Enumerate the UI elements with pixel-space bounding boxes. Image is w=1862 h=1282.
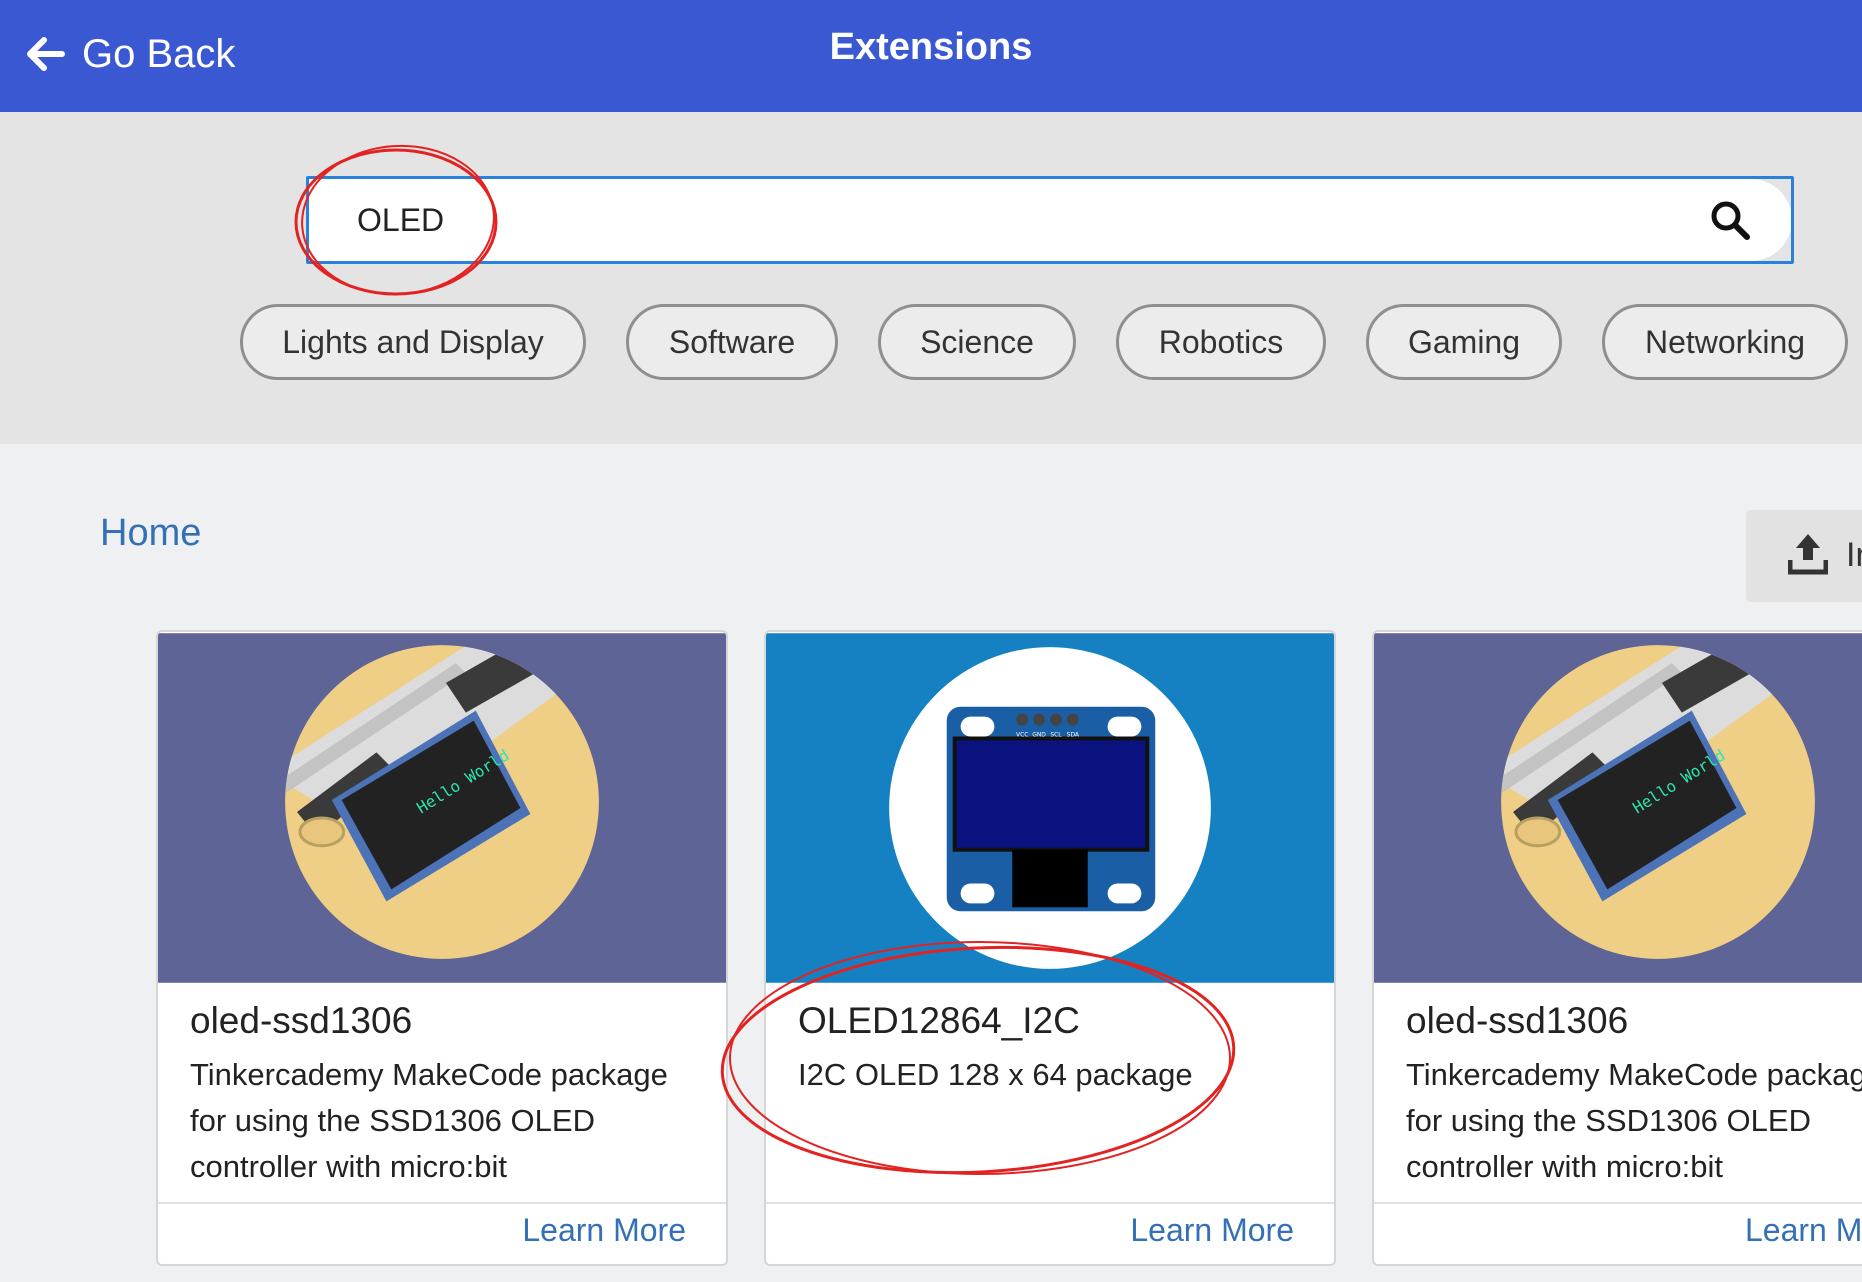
chip-software[interactable]: Software bbox=[626, 304, 838, 380]
import-label: Ir bbox=[1846, 536, 1862, 574]
learn-more-link[interactable]: Learn Mo bbox=[1745, 1212, 1862, 1249]
breadcrumb-home[interactable]: Home bbox=[100, 512, 201, 555]
card-footer: Learn More bbox=[766, 1202, 1334, 1264]
search-input-value: OLED bbox=[357, 202, 445, 238]
learn-more-link[interactable]: Learn More bbox=[1130, 1212, 1294, 1249]
top-bar: Go Back Extensions bbox=[0, 0, 1862, 112]
extension-card-oled12864-i2c[interactable]: VCC GND SCL SDA OLED12864_I2C I2C OLED 1… bbox=[764, 630, 1336, 1266]
card-footer: Learn Mo bbox=[1374, 1202, 1862, 1264]
chip-gaming[interactable]: Gaming bbox=[1366, 304, 1562, 380]
upload-icon bbox=[1788, 534, 1828, 575]
extension-card-oled-ssd1306[interactable]: Hello World oled-ssd1306 Tinkercademy Ma… bbox=[156, 630, 728, 1266]
card-description: Tinkercademy MakeCode package for using … bbox=[190, 1057, 668, 1184]
chip-robotics[interactable]: Robotics bbox=[1116, 304, 1326, 380]
card-thumbnail: VCC GND SCL SDA bbox=[766, 633, 1334, 983]
chip-networking[interactable]: Networking bbox=[1602, 304, 1848, 380]
card-description: I2C OLED 128 x 64 package bbox=[798, 1057, 1193, 1092]
card-title: oled-ssd1306 bbox=[1406, 1000, 1629, 1041]
card-footer: Learn More bbox=[158, 1202, 726, 1264]
search-icon[interactable] bbox=[1709, 199, 1751, 241]
import-button[interactable]: Ir bbox=[1746, 510, 1862, 602]
extension-card-oled-ssd1306-2[interactable]: Hello World oled-ssd1306 Tinkercademy Ma… bbox=[1372, 630, 1862, 1266]
card-thumbnail: Hello World bbox=[1374, 633, 1862, 983]
chip-science[interactable]: Science bbox=[878, 304, 1076, 380]
card-title: oled-ssd1306 bbox=[190, 1000, 413, 1041]
learn-more-link[interactable]: Learn More bbox=[522, 1212, 686, 1249]
search-section: OLED Lights and Display Software Science… bbox=[0, 112, 1862, 444]
card-thumbnail: Hello World bbox=[158, 633, 726, 983]
category-chips: Lights and Display Software Science Robo… bbox=[240, 304, 1862, 380]
search-input[interactable]: OLED bbox=[306, 176, 1794, 264]
page-title: Extensions bbox=[829, 26, 1033, 68]
chip-lights-and-display[interactable]: Lights and Display bbox=[240, 304, 586, 380]
card-title: OLED12864_I2C bbox=[798, 1000, 1080, 1041]
card-description: Tinkercademy MakeCode package for using … bbox=[1406, 1057, 1862, 1184]
